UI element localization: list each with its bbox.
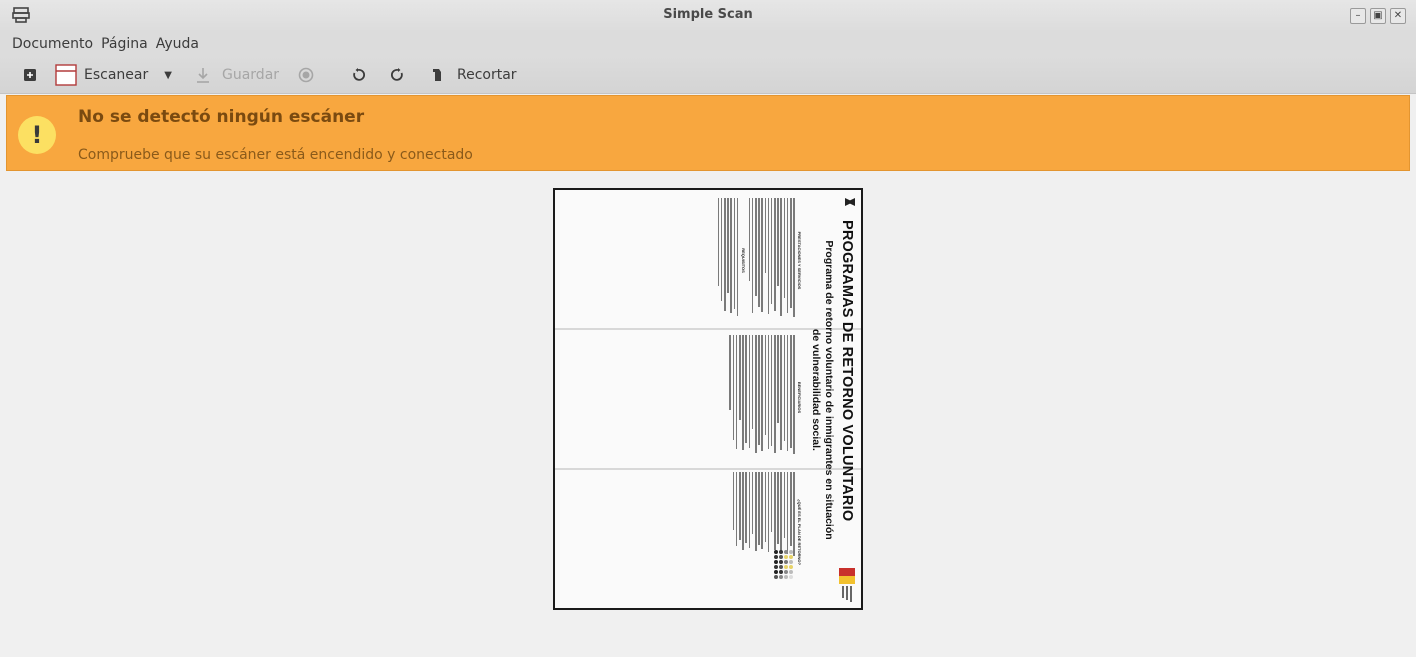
stop-button[interactable] — [298, 56, 314, 94]
page-scan-icon — [55, 64, 77, 86]
new-document-button[interactable] — [23, 56, 37, 94]
menu-pagina[interactable]: Página — [101, 36, 148, 52]
decorative-dots-graphic — [774, 550, 793, 579]
minimize-icon[interactable]: – — [1350, 8, 1366, 24]
document-subtitle: Programa de retorno voluntario de inmigr… — [810, 240, 835, 540]
column-heading: ¿QUÉ ES EL PLAN DE RETORNO? — [797, 499, 802, 565]
column-heading: REQUISITOS — [740, 248, 746, 273]
download-icon — [197, 68, 209, 83]
crop-button[interactable]: Recortar — [432, 56, 517, 94]
chevron-down-icon[interactable]: ▼ — [164, 70, 172, 81]
crop-icon — [433, 69, 441, 81]
ministry-logo — [839, 568, 855, 602]
scan-label: Escanear — [84, 67, 149, 83]
crop-label: Recortar — [457, 67, 517, 83]
scanned-document-content: PROGRAMAS DE RETORNO VOLUNTARIO Programa… — [555, 190, 861, 608]
menu-bar: Documento Página Ayuda — [0, 32, 1416, 56]
toolbar: Escanear ▼ Guardar Recortar — [0, 56, 1416, 94]
scanned-page-preview[interactable]: PROGRAMAS DE RETORNO VOLUNTARIO Programa… — [553, 188, 863, 610]
close-icon[interactable]: ✕ — [1390, 8, 1406, 24]
title-bar: Simple Scan – ▣ ✕ — [0, 0, 1416, 32]
window-title: Simple Scan — [663, 7, 753, 22]
emblem-logo — [845, 198, 855, 206]
column-heading: BENEFICIARIOS — [797, 381, 802, 414]
maximize-icon[interactable]: ▣ — [1370, 8, 1386, 24]
no-scanner-banner: ! No se detectó ningún escáner Compruebe… — [6, 95, 1410, 171]
rotate-right-icon — [391, 68, 403, 81]
column-heading: PRESTACIONES Y SERVICIOS — [797, 231, 802, 290]
new-document-icon — [24, 69, 36, 81]
stop-icon — [298, 67, 314, 83]
rotate-left-button[interactable] — [351, 56, 365, 94]
warning-icon: ! — [18, 116, 56, 154]
document-column: BENEFICIARIOS — [728, 335, 802, 460]
save-label: Guardar — [222, 67, 280, 83]
scanned-page: PROGRAMAS DE RETORNO VOLUNTARIO Programa… — [555, 190, 861, 608]
menu-ayuda[interactable]: Ayuda — [156, 36, 199, 52]
save-button[interactable]: Guardar — [196, 56, 279, 94]
menu-documento[interactable]: Documento — [12, 36, 93, 52]
document-title: PROGRAMAS DE RETORNO VOLUNTARIO — [839, 220, 855, 522]
rotate-left-icon — [353, 68, 365, 81]
banner-title: No se detectó ningún escáner — [78, 107, 365, 127]
window-controls: – ▣ ✕ — [1350, 8, 1406, 24]
document-column: PRESTACIONES Y SERVICIOS REQUISITOS — [716, 198, 802, 323]
banner-message: Compruebe que su escáner está encendido … — [78, 147, 473, 163]
rotate-right-button[interactable] — [391, 56, 405, 94]
scan-button[interactable]: Escanear ▼ — [55, 56, 172, 94]
